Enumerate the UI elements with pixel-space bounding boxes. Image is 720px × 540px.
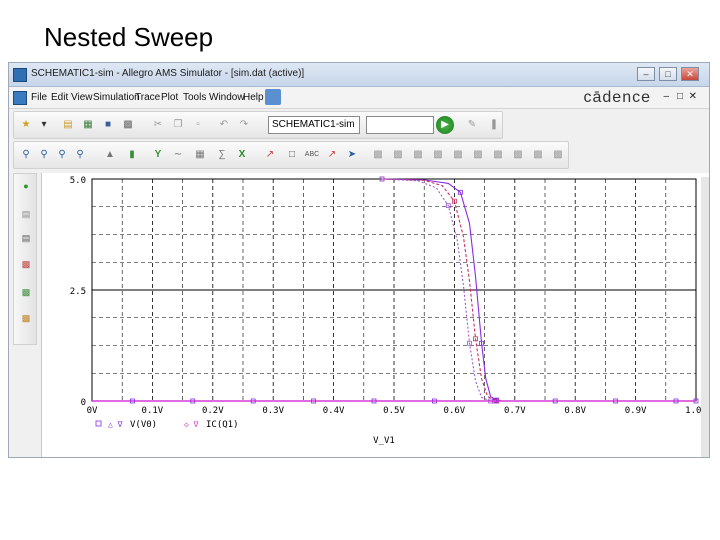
window-tile-icon[interactable] [265, 89, 281, 105]
cut-icon[interactable]: ✂ [150, 117, 166, 133]
label-icon[interactable]: □ [284, 147, 300, 163]
legend-symbol: △ ∇ [108, 420, 123, 429]
app-icon [13, 68, 27, 82]
simulation-status-icon[interactable]: ● [18, 178, 34, 194]
probe-plot-area[interactable]: 0V 0.1V 0.2V 0.3V 0.4V 0.5V 0.6V 0.7V 0.8V 0.9V 1.… [41, 173, 710, 458]
eval-goal-icon[interactable]: ∑ [214, 147, 230, 163]
zoom-area-icon[interactable]: ⚲ [54, 147, 70, 163]
minimize-button[interactable]: – [637, 67, 655, 81]
dropdown-arrow-icon[interactable]: ▾ [36, 117, 52, 133]
pause-icon[interactable]: ❚ [486, 117, 502, 133]
maximize-button[interactable]: □ [659, 67, 677, 81]
x-tick-label: 0.8V [564, 406, 586, 416]
y-tick-label: 5.0 [70, 176, 86, 186]
waveform-chart[interactable]: 0V 0.1V 0.2V 0.3V 0.4V 0.5V 0.6V 0.7V 0.8V 0.9V 1.… [42, 173, 710, 458]
cursor-min-icon[interactable]: ▩ [430, 147, 446, 163]
add-trace-icon[interactable]: ↗ [262, 147, 278, 163]
vertical-scrollbar[interactable] [701, 177, 709, 457]
cursor-max-icon[interactable]: ▩ [450, 147, 466, 163]
x-axis-label: V_V1 [373, 436, 395, 446]
zoom-fit-icon[interactable]: ⚲ [72, 147, 88, 163]
legend-marker [95, 420, 102, 427]
y-tick-label: 0 [81, 398, 86, 408]
play-icon[interactable]: ▶ [436, 116, 454, 134]
mark-label-icon[interactable]: ↗ [324, 147, 340, 163]
settings-icon[interactable]: ✎ [464, 117, 480, 133]
view-output-icon[interactable]: ▤ [18, 230, 34, 246]
snap-icon[interactable]: ▩ [550, 147, 566, 163]
cursor-slope-icon[interactable]: ▩ [410, 147, 426, 163]
fourier-icon[interactable]: ∼ [170, 147, 186, 163]
plot-window-icon[interactable]: ▩ [18, 256, 34, 272]
edit-plot-icon[interactable]: ▩ [18, 310, 34, 326]
cadence-logo: cādence [583, 89, 651, 106]
zoom-out-icon[interactable]: ⚲ [36, 147, 52, 163]
y-tick-label: 2.5 [70, 287, 86, 297]
legend-label: V(V0) [130, 420, 157, 430]
menu-trace[interactable]: Trace [135, 92, 160, 103]
menu-simulation[interactable]: Simulation [93, 92, 140, 103]
open-folder-icon[interactable]: ▤ [60, 117, 76, 133]
x-tick-label: 0.9V [625, 406, 647, 416]
x-tick-label: 0.4V [323, 406, 345, 416]
zoom-in-icon[interactable]: ⚲ [18, 147, 34, 163]
select-pointer-icon[interactable]: ➤ [344, 147, 360, 163]
title-bar: SCHEMATIC1-sim - Allegro AMS Simulator -… [9, 63, 709, 87]
simulator-window: SCHEMATIC1-sim - Allegro AMS Simulator -… [8, 62, 710, 458]
new-file-icon[interactable]: ★ [18, 117, 34, 133]
mark-data-icon[interactable]: ▩ [530, 147, 546, 163]
output-file-icon[interactable]: ▤ [18, 206, 34, 222]
menu-plot[interactable]: Plot [161, 92, 178, 103]
text-label-icon[interactable]: ABC [304, 147, 320, 163]
x-tick-label: 0.1V [142, 406, 164, 416]
cursor-icon[interactable]: ▲ [102, 147, 118, 163]
legend-symbol: ◇ ∇ [184, 420, 199, 429]
x-tick-label: 0.7V [504, 406, 526, 416]
cursor-search-icon[interactable]: ▩ [490, 147, 506, 163]
cursor-trough-icon[interactable]: ▩ [390, 147, 406, 163]
x-tick-label: 0V [87, 406, 98, 416]
paste-icon[interactable]: ▫ [190, 117, 206, 133]
menu-tools[interactable]: Tools [183, 92, 206, 103]
cursor-point-icon[interactable]: ▩ [470, 147, 486, 163]
slide-title: Nested Sweep [44, 22, 214, 52]
save-icon[interactable]: ■ [100, 117, 116, 133]
print-icon[interactable]: ▩ [120, 117, 136, 133]
menu-bar: File Edit View Simulation Trace Plot Too… [9, 87, 709, 109]
add-plot-icon[interactable]: ▩ [18, 284, 34, 300]
probe-toolbar: ⚲ ⚲ ⚲ ⚲ ▲ ▮ Y ∼ ▦ ∑ X ↗ □ ABC ↗ ➤ ▩ ▩ ▩ … [13, 141, 569, 169]
x-tick-label: 0.6V [444, 406, 466, 416]
menu-window[interactable]: Window [209, 92, 245, 103]
mdi-restore-button[interactable]: □ [677, 91, 683, 102]
mdi-minimize-button[interactable]: – [663, 91, 669, 102]
x-tick-label: 0.3V [262, 406, 284, 416]
redo-icon[interactable]: ↷ [236, 117, 252, 133]
cursor-peak-icon[interactable]: ▩ [370, 147, 386, 163]
menu-help[interactable]: Help [243, 92, 264, 103]
menu-file[interactable]: File [31, 92, 47, 103]
menu-view[interactable]: View [71, 92, 93, 103]
close-button[interactable]: ✕ [681, 67, 699, 81]
legend-label: IC(Q1) [206, 420, 239, 430]
simulation-profile-select[interactable]: SCHEMATIC1-sim [268, 116, 360, 134]
log-axis-icon[interactable]: ▮ [124, 147, 140, 163]
undo-icon[interactable]: ↶ [216, 117, 232, 133]
simulation-combo[interactable] [366, 116, 434, 134]
x-tick-label: 0.5V [383, 406, 405, 416]
new-project-icon[interactable]: ▦ [80, 117, 96, 133]
x-tick-label: 0.2V [202, 406, 224, 416]
window-title: SCHEMATIC1-sim - Allegro AMS Simulator -… [31, 68, 305, 79]
add-y-axis-icon[interactable]: Y [150, 147, 166, 163]
document-icon [13, 91, 27, 105]
cursor-next-icon[interactable]: ▩ [510, 147, 526, 163]
left-toolbar: ● ▤ ▤ ▩ ▩ ▩ [13, 173, 37, 345]
copy-icon[interactable]: ❐ [170, 117, 186, 133]
performance-icon[interactable]: ▦ [192, 147, 208, 163]
menu-edit[interactable]: Edit [51, 92, 68, 103]
delete-trace-icon[interactable]: X [234, 147, 250, 163]
standard-toolbar: ★ ▾ ▤ ▦ ■ ▩ ✂ ❐ ▫ ↶ ↷ SCHEMATIC1-sim ▶ ✎… [13, 111, 503, 139]
mdi-close-button[interactable]: ✕ [689, 91, 697, 102]
